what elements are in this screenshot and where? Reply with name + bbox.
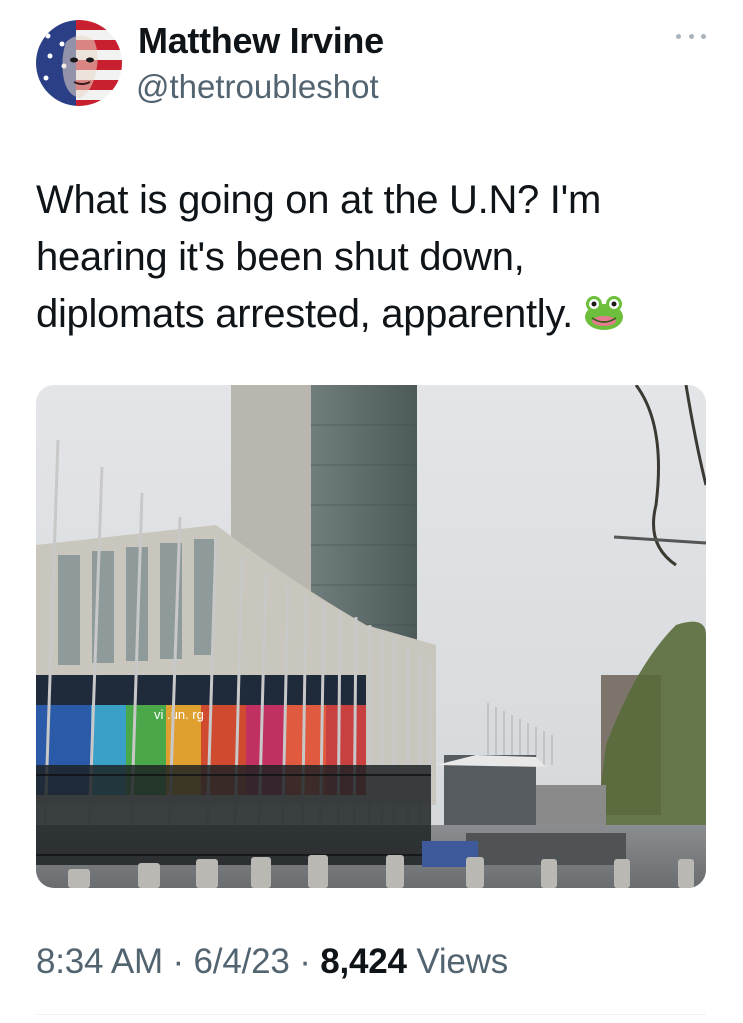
un-headquarters-photo-icon: vi .un. rg — [36, 385, 706, 888]
views-count: 8,424 — [320, 942, 407, 981]
author-display-name[interactable]: Matthew Irvine — [138, 20, 384, 62]
avatar[interactable] — [36, 20, 122, 106]
dot-icon — [688, 33, 694, 39]
dot-icon — [701, 33, 706, 39]
tweet-text-line-last: diplomats arrested, apparently. — [36, 286, 706, 343]
sign-text: vi .un. rg — [154, 707, 204, 722]
stars-and-stripes-face-avatar-icon — [36, 20, 122, 106]
tweet-media-photo[interactable]: vi .un. rg — [36, 385, 706, 888]
divider — [36, 1014, 706, 1015]
views-label: Views — [416, 942, 509, 981]
tweet-text-line: hearing it's been shut down, — [36, 235, 525, 279]
separator-dot: · — [299, 942, 311, 981]
more-options-button[interactable] — [676, 26, 706, 46]
tweet-text-line: What is going on at the U.N? I'm — [36, 178, 601, 222]
tweet-header: Matthew Irvine @thetroubleshot — [36, 18, 706, 110]
tweet-date[interactable]: 6/4/23 — [194, 942, 290, 981]
separator-dot: · — [172, 942, 185, 981]
tweet-text: What is going on at the U.N? I'm hearing… — [36, 172, 706, 343]
frog-face-emoji-icon — [584, 296, 623, 330]
tweet-time[interactable]: 8:34 AM — [36, 942, 163, 981]
author-handle[interactable]: @thetroubleshot — [136, 68, 379, 106]
tweet-meta: 8:34 AM · 6/4/23 · 8,424 Views — [36, 942, 508, 982]
tweet-text-line-content: diplomats arrested, apparently. — [36, 292, 573, 336]
dot-icon — [676, 33, 681, 39]
